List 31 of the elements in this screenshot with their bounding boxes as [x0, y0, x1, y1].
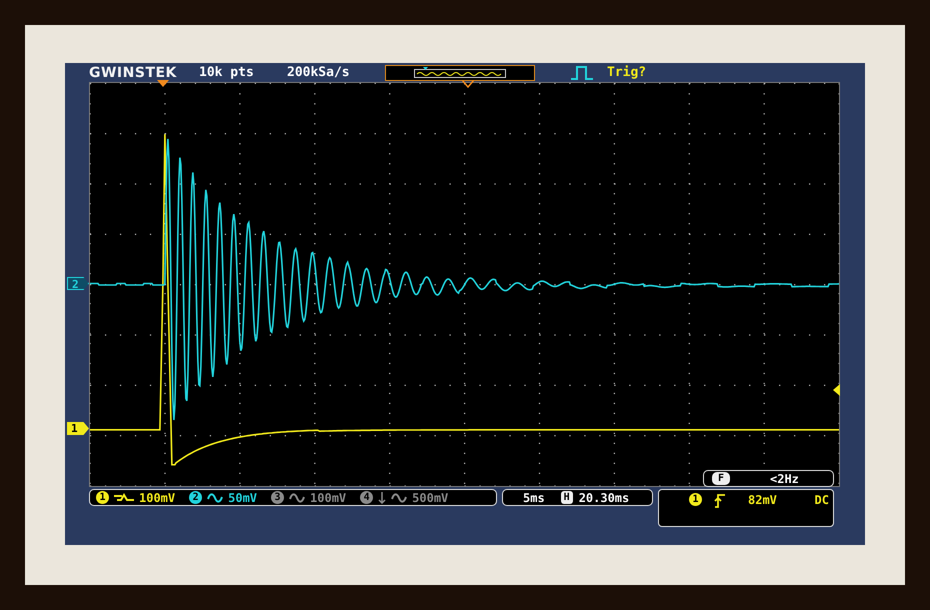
channel-number: 3 — [271, 491, 284, 504]
pulse-icon — [571, 66, 593, 80]
channel-scale: 500mV — [412, 490, 448, 504]
brand-logo: GWINSTEK — [89, 64, 178, 80]
trigger-frequency: <2Hz — [770, 472, 799, 486]
channel-number: 4 — [360, 491, 374, 504]
frequency-badge: F — [712, 472, 730, 485]
rising-edge-icon — [714, 493, 726, 508]
trigger-status: Trig? — [607, 65, 646, 80]
channel-scale: 50mV — [228, 490, 258, 504]
channel-marker[interactable]: 1 — [67, 422, 89, 435]
channel-number: 2 — [189, 491, 202, 504]
coupling-icon — [114, 492, 134, 504]
sample-rate: 200kSa/s — [287, 65, 351, 80]
horizontal-position-badge: H — [560, 491, 573, 504]
timebase-scale: 5ms — [523, 490, 545, 504]
trigger-source: 1 — [689, 493, 702, 506]
trigger-position-icon — [157, 80, 169, 87]
center-marker-icon — [462, 80, 474, 88]
coupling-icon — [207, 492, 224, 504]
channel-scale: 100mV — [139, 490, 176, 504]
channel-number: 1 — [96, 491, 109, 504]
channel-marker[interactable]: 2 — [67, 277, 89, 290]
channel-scale: 100mV — [310, 490, 346, 504]
trigger-level-icon — [833, 384, 840, 396]
coupling-icon — [391, 492, 408, 504]
trigger-coupling: DC — [814, 493, 829, 507]
trigger-level: 82mV — [748, 493, 777, 507]
horizontal-position: 20.30ms — [578, 490, 630, 504]
record-length: 10k pts — [199, 65, 255, 80]
coupling-icon — [289, 492, 306, 504]
